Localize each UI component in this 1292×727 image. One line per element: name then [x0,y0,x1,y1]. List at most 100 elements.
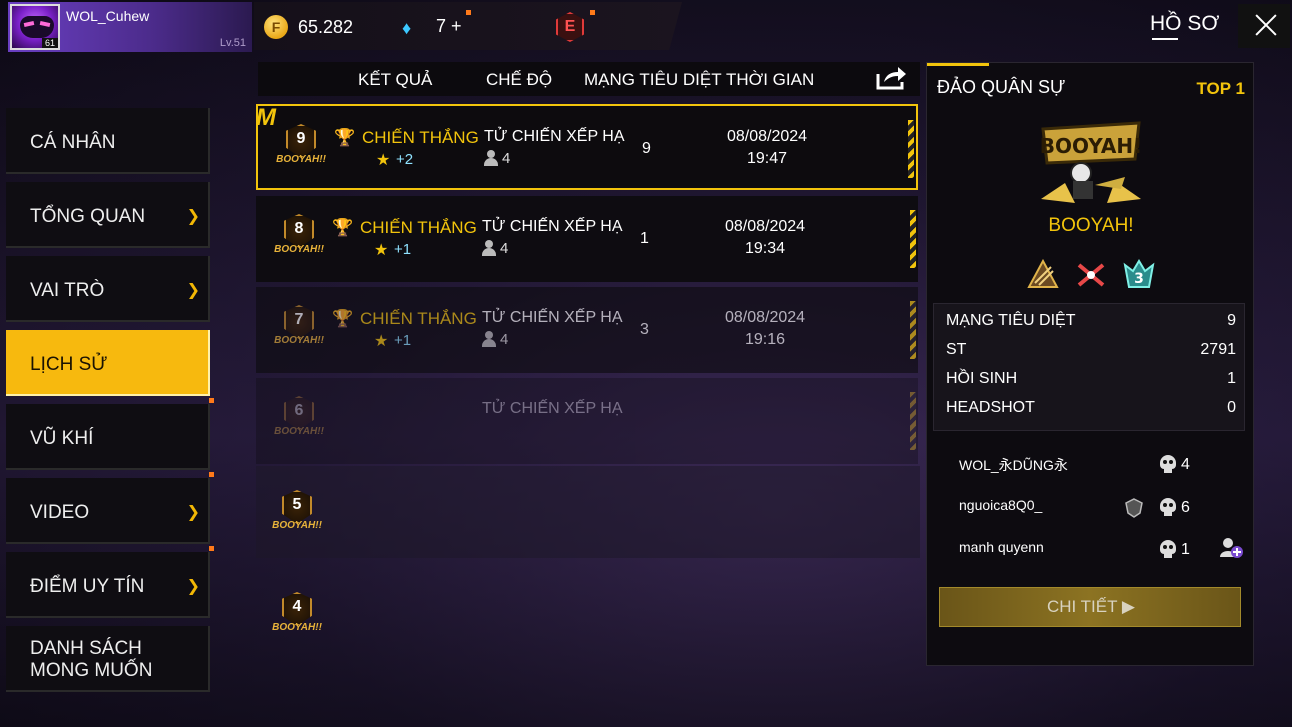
history-table-header: KẾT QUẢ CHẾ ĐỘ MẠNG TIÊU DIỆT THỜI GIAN [258,62,920,96]
teammate-name[interactable]: nguoica8Q0_ [959,497,1239,513]
match-row[interactable]: 7 BOOYAH!! 🏆 CHIẾN THẮNG ★ +1 TỬ CHIẾN X… [256,287,918,373]
rank-badge: 5 BOOYAH!! [268,490,326,542]
empty-row-panel [256,466,920,558]
sidebar-item-video[interactable]: VIDEO ❯ [6,472,214,544]
rank-number: 5 [292,496,302,513]
stats-box: MẠNG TIÊU DIỆT 9 ST 2791 HỒI SINH 1 HEAD… [933,303,1245,431]
trophy-icon: 🏆 [334,128,356,147]
map-name: ĐẢO QUÂN SỰ [937,77,1066,97]
stat-value: 2791 [1200,341,1236,358]
stat-value: 9 [1227,312,1236,329]
match-result: CHIẾN THẮNG [362,128,479,147]
sidebar-item-label: ĐIỂM UY TÍN [30,576,145,597]
column-header-mode: CHẾ ĐỘ [486,70,553,89]
booyah-badge-text: BOOYAH!! [274,426,324,437]
rank-badge: 4 BOOYAH!! [268,592,326,644]
rank-badge: 9 BOOYAH!! [272,124,330,176]
column-header-kills: MẠNG TIÊU DIỆT [584,70,722,89]
skull-icon-eye [1169,545,1173,549]
diamond-plus[interactable]: + [451,16,462,36]
diamond-count: 7 [436,16,447,36]
weapon-badge-icon[interactable] [1025,259,1061,291]
column-header-time: THỜI GIAN [726,70,815,89]
match-time: 19:34 [744,240,786,257]
row-stripe [910,301,916,359]
sidebar-item-label: VIDEO [30,502,90,523]
booyah-label: BOOYAH! [1048,215,1134,236]
match-row[interactable]: 8 BOOYAH!! 🏆 CHIẾN THẮNG ★ +1 TỬ CHIẾN X… [256,196,918,282]
star-gain: +1 [394,332,412,349]
match-mode: TỬ CHIẾN XẾP HẠ [482,309,623,326]
sidebar-item-ca-nhan[interactable]: CÁ NHÂN [6,108,210,174]
sidebar-item-label: LỊCH SỬ [30,354,108,375]
sidebar-item-tong-quan[interactable]: TỔNG QUAN ❯ [6,182,210,248]
wolf-badge-icon[interactable]: 3 [1121,259,1157,291]
stat-label: MẠNG TIÊU DIỆT [946,312,1076,329]
skull-icon [1157,498,1179,518]
booyah-badge-text: BOOYAH!! [272,622,322,633]
detail-button-label: CHI TIẾT ▶ [1046,597,1135,616]
crossed-guns-icon[interactable] [1073,259,1109,291]
sidebar-item-label: VŨ KHÍ [30,428,94,449]
match-row[interactable]: 6 BOOYAH!! TỬ CHIẾN XẾP HẠ [256,378,918,464]
teammate-name[interactable]: WOL_永DŨNG永 [959,455,1239,475]
diamond-icon: ♦ [402,18,412,38]
elite-pass-badge[interactable]: E [556,12,584,42]
teammate-name[interactable]: manh quyenn [959,539,1239,555]
placement: TOP 1 [1196,79,1245,98]
sidebar: CÁ NHÂN TỔNG QUAN ❯ VAI TRÒ ❯ LỊCH SỬ VŨ… [6,108,214,700]
match-detail-panel: ĐẢO QUÂN SỰ TOP 1 BOOYAH! BOOYAH! 3 MẠNG… [926,62,1254,666]
share-icon[interactable] [874,64,908,92]
avatar[interactable]: 61 [10,4,60,50]
booyah-logo-text: BOOYAH! [1040,134,1142,158]
sidebar-item-label: DANH SÁCH MONG MUỐN [30,638,153,681]
stat-row: ST 2791 [946,341,1236,359]
player-name: WOL_Cuhew [66,8,150,24]
column-header-result: KẾT QUẢ [358,70,433,89]
rank-badge: 7 BOOYAH!! [270,305,328,357]
sidebar-item-vai-tro[interactable]: VAI TRÒ ❯ [6,256,210,322]
skull-icon-eye [1169,460,1173,464]
skull-icon-jaw [1164,554,1172,558]
sidebar-item-vu-khi[interactable]: VŨ KHÍ [6,398,214,470]
sidebar-item-diem-uy-tin[interactable]: ĐIỂM UY TÍN ❯ [6,546,214,618]
skull-icon-eye [1169,503,1173,507]
teammate-kills: 4 [1181,456,1190,473]
skull-icon [1157,540,1179,560]
player-count: 4 [502,150,511,167]
skull-icon-jaw [1164,469,1172,473]
notification-dot [209,546,214,551]
panel-accent [927,63,989,66]
notification-dot [209,472,214,477]
chevron-down-icon: ❯ [186,578,200,595]
match-mode: TỬ CHIẾN XẾP HẠ [482,400,623,417]
row-stripe [910,210,916,268]
title-underline [1152,38,1178,40]
user-icon-head [485,331,493,339]
booyah-badge-text: BOOYAH!! [274,335,324,346]
match-mode: TỬ CHIẾN XẾP HẠ [484,128,625,145]
add-friend-icon[interactable] [1219,537,1243,559]
user-icon-body [484,158,498,166]
booyah-badge-text: BOOYAH!! [274,244,324,255]
match-date: 08/08/2024 [724,218,806,235]
detail-button[interactable]: CHI TIẾT ▶ [939,587,1241,627]
sidebar-item-danh-sach-mong-muon[interactable]: DANH SÁCH MONG MUỐN [6,626,210,692]
player-card[interactable]: 61 WOL_Cuhew Lv.51 [8,2,252,52]
user-icon [482,240,496,256]
currency-bar: F 65.282 ♦ 7 + E [254,2,682,50]
close-button[interactable] [1238,4,1290,48]
match-row[interactable]: M 9 BOOYAH!! 🏆 CHIẾN THẮNG ★ +2 TỬ CHIẾN… [256,104,918,190]
star-gain: +1 [394,241,412,258]
notification-dot [466,10,471,15]
player-count: 4 [500,331,509,348]
diamond-amount[interactable]: 7 + [436,16,462,37]
notification-dot [209,398,214,403]
booyah-badge-text: BOOYAH!! [272,520,322,531]
booyah-logo: BOOYAH! [1040,121,1142,203]
chevron-down-icon: ❯ [186,282,200,299]
notification-dot [590,10,595,15]
sidebar-item-lich-su[interactable]: LỊCH SỬ [6,330,210,396]
teammate-kills: 6 [1181,499,1190,516]
stat-value: 1 [1227,370,1236,387]
